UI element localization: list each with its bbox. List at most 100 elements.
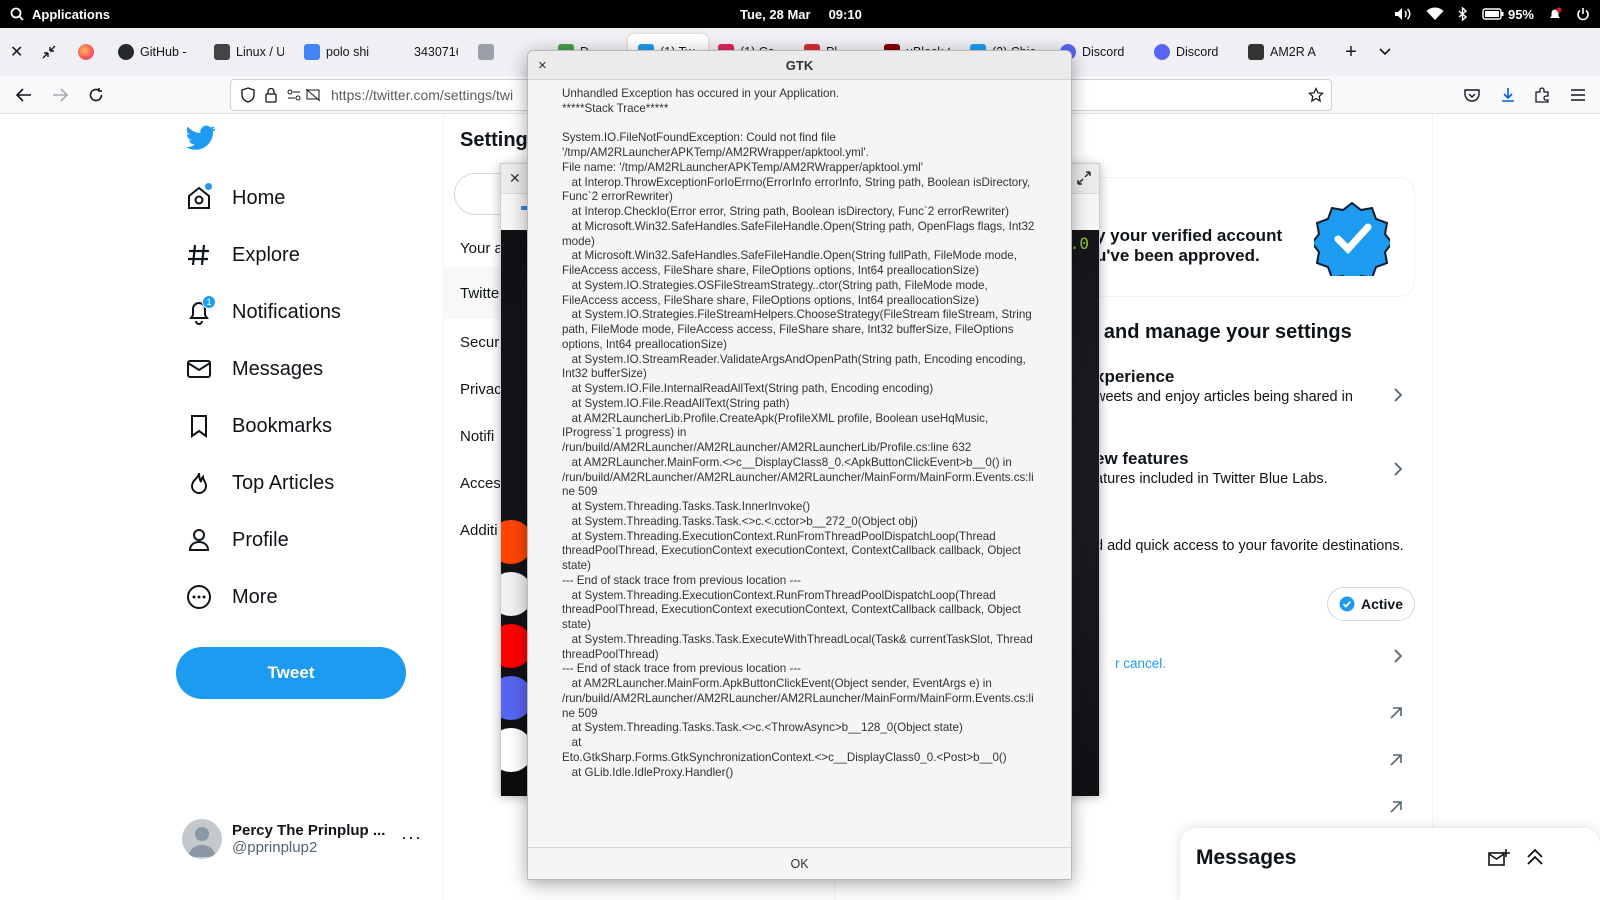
hashtag-icon <box>186 242 212 268</box>
bookmark-icon <box>186 413 212 439</box>
shield-icon[interactable] <box>241 87 255 103</box>
plus-icon: + <box>1345 40 1357 63</box>
external-link-icon[interactable] <box>1389 800 1403 814</box>
external-link-icon[interactable] <box>1389 706 1403 720</box>
messages-drawer-title: Messages <box>1196 846 1297 869</box>
applications-menu[interactable]: Applications <box>10 0 110 28</box>
close-tab-button[interactable]: ✕ <box>0 34 34 70</box>
tab-title: Discord <box>1082 45 1125 59</box>
feature-desc: d add quick access to your favorite dest… <box>1095 538 1404 554</box>
collapse-icon <box>42 45 56 59</box>
puzzle-icon <box>1534 87 1550 103</box>
nav-item-messages[interactable]: Messages <box>186 356 323 382</box>
forward-button[interactable] <box>48 83 72 107</box>
bluetooth-icon[interactable] <box>1458 7 1468 21</box>
battery-indicator[interactable]: 95% <box>1482 7 1534 22</box>
nav-item-label: Home <box>232 186 286 209</box>
browser-tab[interactable]: Discord <box>1144 34 1238 70</box>
time-text: 09:10 <box>828 6 862 22</box>
battery-icon <box>1482 8 1504 20</box>
nav-item-explore[interactable]: Explore <box>186 242 300 268</box>
more-circle-icon <box>186 584 212 610</box>
github-icon <box>118 44 134 60</box>
tab-list-button[interactable] <box>1368 34 1402 70</box>
account-more-icon[interactable]: ··· <box>401 827 422 848</box>
extensions-button[interactable] <box>1530 83 1554 107</box>
settings-item-accessibility[interactable]: Acces <box>460 475 501 492</box>
restore-window-button[interactable] <box>34 34 68 70</box>
browser-tab[interactable]: 3430716_55 <box>382 34 468 70</box>
new-message-icon[interactable] <box>1488 848 1510 868</box>
messages-drawer[interactable]: Messages <box>1180 828 1600 900</box>
close-icon[interactable]: ✕ <box>509 170 521 187</box>
nav-item-more[interactable]: More <box>186 584 278 610</box>
settings-item-security[interactable]: Secur <box>460 334 499 351</box>
feature-row-new-features[interactable]: ew features atures included in Twitter B… <box>1055 449 1415 499</box>
cancel-link[interactable]: r cancel. <box>1115 656 1166 671</box>
verified-card: y your verified account u've been approv… <box>1055 177 1415 297</box>
active-status-button[interactable]: Active <box>1327 587 1415 621</box>
browser-tab[interactable]: AM2R A <box>1238 34 1334 70</box>
tab-firefox[interactable] <box>68 34 108 70</box>
power-icon[interactable] <box>1576 7 1590 21</box>
downloads-button[interactable] <box>1496 83 1520 107</box>
nav-item-bookmarks[interactable]: Bookmarks <box>186 413 332 439</box>
nav-item-profile[interactable]: Profile <box>186 527 289 553</box>
tab-title: Linux / U <box>236 45 284 59</box>
reload-button[interactable] <box>84 83 108 107</box>
url-text: https://twitter.com/settings/twi <box>331 87 514 103</box>
nav-item-home[interactable]: Home <box>186 183 286 211</box>
battery-percent: 95% <box>1507 6 1534 22</box>
menu-button[interactable] <box>1566 83 1590 107</box>
chevron-right-icon <box>1393 387 1403 403</box>
tweet-button[interactable]: Tweet <box>176 647 406 699</box>
person-icon <box>186 527 212 553</box>
account-text: Percy The Prinplup ... @pprinplup2 <box>232 822 385 856</box>
twitter-logo-icon[interactable] <box>186 125 216 151</box>
back-button[interactable] <box>12 83 36 107</box>
tab-title: GitHub - <box>140 45 187 59</box>
settings-item-account[interactable]: Your a <box>460 240 503 257</box>
subscription-row[interactable]: r cancel. <box>1055 645 1415 671</box>
envelope-icon <box>186 356 212 382</box>
settings-item-additional[interactable]: Additi <box>460 522 498 539</box>
browser-tab[interactable]: Linux / U <box>204 34 294 70</box>
browser-tab[interactable]: polo shi <box>294 34 382 70</box>
download-icon <box>1500 87 1516 103</box>
home-icon <box>186 183 212 211</box>
firefox-icon <box>78 44 94 60</box>
reload-icon <box>88 87 104 103</box>
bookmark-star-button[interactable] <box>1304 83 1328 107</box>
ok-button[interactable]: OK <box>528 848 1071 880</box>
lock-icon[interactable] <box>265 87 277 103</box>
verified-line-1: y your verified account <box>1096 226 1283 245</box>
arrow-right-icon <box>52 88 68 102</box>
browser-tab[interactable]: GitHub - <box>108 34 204 70</box>
clock[interactable]: Tue, 28 Mar 09:10 <box>740 0 862 28</box>
collapse-up-icon[interactable] <box>1526 848 1544 868</box>
maximize-icon[interactable] <box>1077 171 1091 185</box>
feature-row-experience[interactable]: xperience weets and enjoy articles being… <box>1055 367 1415 417</box>
nav-item-notifications[interactable]: 1 Notifications <box>186 295 341 325</box>
settings-item-notifications[interactable]: Notifi <box>460 428 494 445</box>
feature-desc: weets and enjoy articles being shared in <box>1095 389 1353 405</box>
dialog-title: GTK <box>785 58 814 73</box>
settings-item-privacy[interactable]: Privac <box>460 381 502 398</box>
verified-line-2: u've been approved. <box>1096 246 1260 265</box>
nav-item-top-articles[interactable]: Top Articles <box>186 470 334 496</box>
wifi-icon[interactable] <box>1426 7 1444 21</box>
pocket-button[interactable] <box>1460 83 1484 107</box>
hamburger-icon <box>1571 89 1585 101</box>
notification-bell-icon[interactable] <box>1548 7 1562 21</box>
system-tray[interactable]: 95% <box>1394 0 1590 28</box>
account-name: Percy The Prinplup ... <box>232 822 386 839</box>
new-tab-button[interactable]: + <box>1334 34 1368 70</box>
external-link-icon[interactable] <box>1389 753 1403 767</box>
permissions-icon[interactable] <box>287 88 321 102</box>
volume-icon[interactable] <box>1394 7 1412 21</box>
chevron-down-icon <box>1379 48 1391 56</box>
search-icon <box>10 7 24 21</box>
nav-item-label: More <box>232 585 278 608</box>
applications-label: Applications <box>32 6 111 22</box>
account-switcher[interactable]: Percy The Prinplup ... @pprinplup2 ··· <box>182 815 422 863</box>
